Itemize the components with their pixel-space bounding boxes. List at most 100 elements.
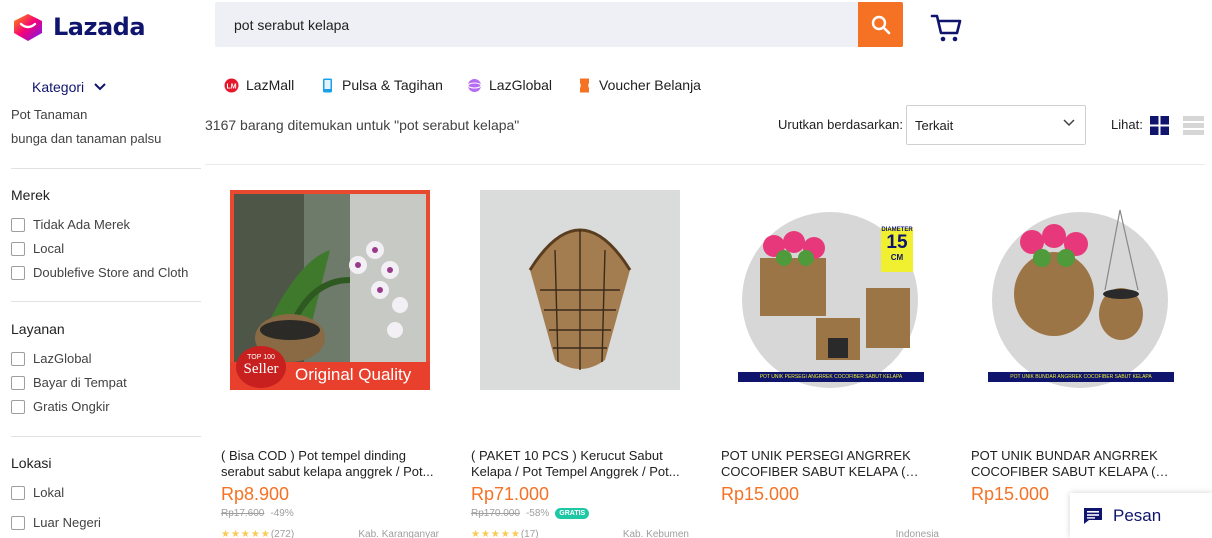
product-title[interactable]: ( PAKET 10 PCS ) Kerucut Sabut Kelapa / … xyxy=(471,448,689,480)
category-dropdown[interactable]: Kategori xyxy=(32,79,106,95)
checkbox[interactable] xyxy=(11,351,25,366)
filter-option[interactable]: LazGlobal xyxy=(11,351,92,366)
filter-option[interactable]: Luar Negeri xyxy=(11,515,101,530)
cart-icon[interactable] xyxy=(930,13,962,43)
product-title[interactable]: POT UNIK PERSEGI ANGRREK COCOFIBER SABUT… xyxy=(721,448,939,480)
phone-icon xyxy=(323,78,332,92)
search-icon xyxy=(871,15,890,34)
product-price: Rp71.000 xyxy=(471,484,550,504)
product-meta: ★★★★★(17) Kab. Kebumen xyxy=(471,529,689,538)
product-price: Rp15.000 xyxy=(971,484,1050,504)
search-button[interactable] xyxy=(858,2,903,47)
rating-count: (17) xyxy=(520,529,539,538)
product-image[interactable]: POT UNIK BUNDAR ANGRREK COCOFIBER SABUT … xyxy=(980,190,1180,390)
divider xyxy=(205,164,1205,165)
rating-count: (272) xyxy=(270,529,295,538)
view-label: Lihat: xyxy=(1111,117,1143,132)
nav-lazglobal[interactable]: LazGlobal xyxy=(467,77,552,93)
filter-option[interactable]: Doublefive Store and Cloth xyxy=(11,265,188,280)
sort-value: Terkait xyxy=(915,117,954,133)
original-price: Rp17.600 xyxy=(221,508,265,519)
filter-option-label: Tidak Ada Merek xyxy=(33,217,131,232)
badge-top-text: TOP 100 xyxy=(247,354,275,361)
divider xyxy=(11,168,201,169)
grid-view-icon[interactable] xyxy=(1150,116,1169,135)
diameter-value: 15 xyxy=(886,232,908,253)
product-price: Rp8.900 xyxy=(221,484,290,504)
nav-lazmall-label: LazMall xyxy=(246,77,295,93)
filter-option[interactable]: Bayar di Tempat xyxy=(11,375,127,390)
sort-select[interactable]: Terkait xyxy=(906,105,1086,145)
lazmall-icon: LM xyxy=(224,78,239,92)
product-original-price: Rp17.600 -49% xyxy=(221,508,294,519)
lazada-heart-logo xyxy=(14,14,42,41)
rating-stars: ★★★★★ xyxy=(471,529,521,538)
checkbox[interactable] xyxy=(11,217,25,232)
product-card[interactable]: ( PAKET 10 PCS ) Kerucut Sabut Kelapa / … xyxy=(471,190,691,538)
search-input[interactable] xyxy=(215,2,858,47)
product-banner: POT UNIK BUNDAR ANGRREK COCOFIBER SABUT … xyxy=(1010,374,1152,380)
filter-title-brand: Merek xyxy=(11,187,50,203)
checkbox[interactable] xyxy=(11,515,25,530)
result-summary: 3167 barang ditemukan untuk "pot serabut… xyxy=(205,117,520,133)
filter-title-service: Layanan xyxy=(11,321,65,337)
filter-option[interactable]: Local xyxy=(11,241,64,256)
chat-label: Pesan xyxy=(1113,505,1162,525)
product-card[interactable]: TOP 100 Seller Original Quality ( Bisa C… xyxy=(221,190,441,538)
diameter-tag: DIAMETER 15 CM xyxy=(881,227,913,262)
badge-seller-text: Seller xyxy=(243,361,279,377)
nav-pulsa[interactable]: Pulsa & Tagihan xyxy=(320,77,443,93)
globe-icon xyxy=(467,78,482,92)
search-bar xyxy=(215,2,903,47)
list-view-icon[interactable] xyxy=(1183,116,1204,135)
checkbox[interactable] xyxy=(11,485,25,500)
product-price: Rp15.000 xyxy=(721,484,800,504)
filter-option[interactable]: Lokal xyxy=(11,485,64,500)
diameter-unit: CM xyxy=(890,253,904,262)
product-location: Kab. Karanganyar xyxy=(358,529,439,538)
filter-title-location: Lokasi xyxy=(11,455,52,471)
product-image[interactable]: DIAMETER 15 CM POT UNIK PERSEGI ANGRREK … xyxy=(730,190,930,390)
top-seller-badge: TOP 100 Seller xyxy=(236,346,286,388)
filter-option-label: Lokal xyxy=(33,485,65,500)
category-heading: Kategori xyxy=(32,79,85,95)
category-link[interactable]: Pot Tanaman xyxy=(11,107,87,122)
filter-option-label: Bayar di Tempat xyxy=(33,375,127,390)
product-location: Kab. Kebumen xyxy=(622,529,689,538)
original-price: Rp170.000 xyxy=(471,508,520,519)
chevron-down-icon xyxy=(94,83,106,91)
product-photo xyxy=(738,212,924,388)
filter-option-label: LazGlobal xyxy=(33,351,92,366)
product-photo xyxy=(988,209,1174,388)
checkbox[interactable] xyxy=(11,265,25,280)
filter-option-label: Luar Negeri xyxy=(33,515,101,530)
filter-option[interactable]: Gratis Ongkir xyxy=(11,399,110,414)
chat-button[interactable]: Pesan xyxy=(1070,493,1212,538)
discount: -58% xyxy=(525,508,550,519)
product-image[interactable]: TOP 100 Seller Original Quality xyxy=(230,190,430,390)
product-title[interactable]: ( Bisa COD ) Pot tempel dinding serabut … xyxy=(221,448,439,480)
filter-option[interactable]: Tidak Ada Merek xyxy=(11,217,130,232)
product-card[interactable]: DIAMETER 15 CM POT UNIK PERSEGI ANGRREK … xyxy=(721,190,941,538)
filter-option-label: Local xyxy=(33,241,65,256)
product-card[interactable]: POT UNIK BUNDAR ANGRREK COCOFIBER SABUT … xyxy=(971,190,1191,538)
category-link[interactable]: bunga dan tanaman palsu xyxy=(11,131,161,146)
nav-lazmall[interactable]: LM LazMall xyxy=(224,77,294,93)
product-original-price: Rp170.000 -58% GRATIS xyxy=(471,508,590,519)
product-meta: Indonesia xyxy=(721,529,939,538)
sort-label: Urutkan berdasarkan: xyxy=(778,117,904,132)
product-title[interactable]: POT UNIK BUNDAR ANGRREK COCOFIBER SABUT … xyxy=(971,448,1189,480)
product-location: Indonesia xyxy=(895,529,939,538)
nav-voucher[interactable]: Voucher Belanja xyxy=(577,77,701,93)
lazada-logo[interactable]: Lazada xyxy=(11,12,146,42)
product-image[interactable] xyxy=(480,190,680,390)
voucher-icon xyxy=(580,78,589,92)
checkbox[interactable] xyxy=(11,375,25,390)
logo-text: Lazada xyxy=(53,13,146,41)
product-photo xyxy=(480,190,680,390)
discount: -49% xyxy=(270,508,294,519)
nav-lazglobal-label: LazGlobal xyxy=(489,77,553,93)
checkbox[interactable] xyxy=(11,241,25,256)
checkbox[interactable] xyxy=(11,399,25,414)
original-quality-text: Original Quality xyxy=(295,365,412,384)
